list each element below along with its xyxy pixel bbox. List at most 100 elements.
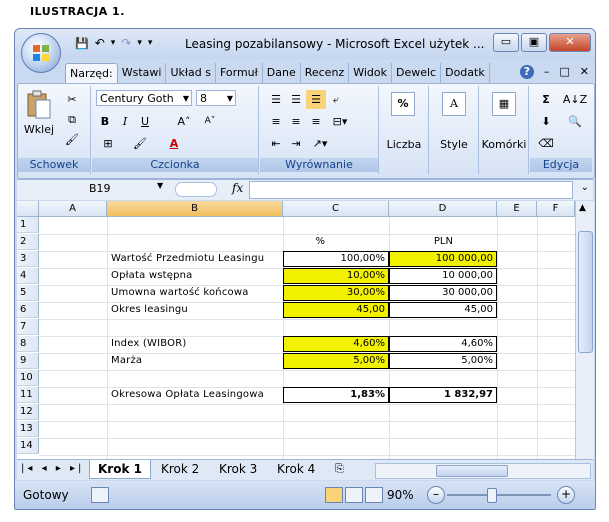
tab-formulas[interactable]: Formuł bbox=[216, 63, 263, 83]
cell-c4[interactable]: 10,00% bbox=[283, 268, 389, 284]
column-header-d[interactable]: D bbox=[389, 201, 497, 217]
row-header[interactable]: 8 bbox=[17, 336, 39, 352]
merge-cells-icon[interactable]: ⊟▾ bbox=[326, 112, 354, 131]
customize-qat-icon[interactable]: ▾ bbox=[148, 38, 153, 48]
cell-c5[interactable]: 30,00% bbox=[283, 285, 389, 301]
tab-view[interactable]: Widok bbox=[349, 63, 392, 83]
row-header[interactable]: 3 bbox=[17, 251, 39, 267]
row-header[interactable]: 13 bbox=[17, 421, 39, 437]
cells-button[interactable]: ▦ bbox=[488, 92, 520, 116]
help-icon[interactable]: ? bbox=[519, 65, 534, 79]
save-icon[interactable]: 💾 bbox=[75, 37, 89, 50]
expand-formula-icon[interactable]: ⌄ bbox=[581, 182, 589, 193]
row-header[interactable]: 5 bbox=[17, 285, 39, 301]
maximize-button[interactable]: ▣ bbox=[521, 33, 547, 52]
increase-indent-icon[interactable]: ⇥ bbox=[286, 134, 306, 153]
sort-filter-icon[interactable]: A↓Z bbox=[560, 90, 590, 109]
cell-d9[interactable]: 5,00% bbox=[389, 353, 497, 369]
normal-view-icon[interactable] bbox=[325, 487, 343, 503]
row-header[interactable]: 11 bbox=[17, 387, 39, 403]
font-size-combo[interactable]: 8 ▼ bbox=[196, 90, 236, 106]
font-name-combo[interactable]: Century Goth ▼ bbox=[96, 90, 192, 106]
decrease-indent-icon[interactable]: ⇤ bbox=[266, 134, 286, 153]
cell-c8[interactable]: 4,60% bbox=[283, 336, 389, 352]
cell-d3[interactable]: 100 000,00 bbox=[389, 251, 497, 267]
row-header[interactable]: 1 bbox=[17, 217, 39, 233]
formula-expand-handle[interactable] bbox=[175, 182, 217, 197]
row-header[interactable]: 14 bbox=[17, 438, 39, 454]
minimize-button[interactable]: ▭ bbox=[493, 33, 519, 52]
cell-d8[interactable]: 4,60% bbox=[389, 336, 497, 352]
align-center-icon[interactable]: ≡ bbox=[286, 112, 306, 131]
zoom-slider-knob[interactable] bbox=[487, 488, 497, 503]
wrap-text-icon[interactable]: ⤶ bbox=[326, 90, 346, 109]
bold-button[interactable]: B bbox=[96, 112, 114, 131]
cell-d4[interactable]: 10 000,00 bbox=[389, 268, 497, 284]
column-header-f[interactable]: F bbox=[537, 201, 575, 217]
sheet-nav-icons[interactable]: |◂ ◂ ▸ ▸| bbox=[21, 463, 84, 474]
page-layout-view-icon[interactable] bbox=[345, 487, 363, 503]
shrink-font-button[interactable]: A˅ bbox=[198, 112, 222, 131]
redo-dropdown-icon[interactable]: ▾ bbox=[137, 38, 142, 48]
align-middle-icon[interactable]: ☰ bbox=[286, 90, 306, 109]
copy-icon[interactable]: ⧉ bbox=[62, 110, 82, 129]
styles-button[interactable]: A bbox=[438, 92, 470, 116]
macro-record-icon[interactable] bbox=[91, 487, 109, 503]
row-header[interactable]: 10 bbox=[17, 370, 39, 386]
column-header-c[interactable]: C bbox=[283, 201, 389, 217]
close-button[interactable]: ✕ bbox=[549, 33, 591, 52]
chevron-down-icon[interactable]: ▼ bbox=[157, 181, 163, 190]
sheet-tab-krok-3[interactable]: Krok 3 bbox=[211, 460, 265, 478]
align-left-icon[interactable]: ≡ bbox=[266, 112, 286, 131]
redo-icon[interactable]: ↷ bbox=[121, 36, 131, 50]
cell-c9[interactable]: 5,00% bbox=[283, 353, 389, 369]
row-header[interactable]: 9 bbox=[17, 353, 39, 369]
fill-color-button[interactable]: 🖌 bbox=[128, 134, 152, 153]
font-color-button[interactable]: A bbox=[162, 134, 186, 153]
page-break-view-icon[interactable] bbox=[365, 487, 383, 503]
tab-home[interactable]: Narzęd: bbox=[65, 63, 118, 83]
insert-sheet-icon[interactable]: ⎘ bbox=[327, 460, 352, 478]
cell-c6[interactable]: 45,00 bbox=[283, 302, 389, 318]
align-bottom-icon[interactable]: ☰ bbox=[306, 90, 326, 109]
italic-button[interactable]: I bbox=[116, 112, 134, 131]
column-header-a[interactable]: A bbox=[39, 201, 107, 217]
cell-d5[interactable]: 30 000,00 bbox=[389, 285, 497, 301]
tab-addins[interactable]: Dodatk bbox=[441, 63, 490, 83]
orientation-icon[interactable]: ↗▾ bbox=[306, 134, 334, 153]
vertical-scrollbar[interactable]: ▲ bbox=[575, 201, 594, 459]
align-right-icon[interactable]: ≡ bbox=[306, 112, 326, 131]
cell-c3[interactable]: 100,00% bbox=[283, 251, 389, 267]
tab-data[interactable]: Dane bbox=[263, 63, 301, 83]
horizontal-scroll-thumb[interactable] bbox=[436, 465, 508, 477]
grow-font-button[interactable]: A˄ bbox=[172, 112, 196, 131]
tab-review[interactable]: Recenz bbox=[301, 63, 350, 83]
row-header[interactable]: 12 bbox=[17, 404, 39, 420]
sheet-tab-krok-2[interactable]: Krok 2 bbox=[153, 460, 207, 478]
underline-button[interactable]: U bbox=[136, 112, 154, 131]
autosum-icon[interactable]: Σ bbox=[534, 90, 558, 109]
office-button[interactable] bbox=[21, 33, 61, 73]
format-painter-icon[interactable]: 🖌 bbox=[62, 130, 82, 149]
cell-d11[interactable]: 1 832,97 bbox=[389, 387, 497, 403]
tab-developer[interactable]: Dewelc bbox=[392, 63, 442, 83]
workbook-minimize-button[interactable]: – bbox=[544, 65, 550, 79]
sheet-tab-krok-1[interactable]: Krok 1 bbox=[89, 460, 151, 479]
zoom-out-button[interactable]: – bbox=[427, 486, 445, 504]
align-top-icon[interactable]: ☰ bbox=[266, 90, 286, 109]
insert-function-icon[interactable]: fx bbox=[232, 181, 243, 195]
tab-insert[interactable]: Wstawi bbox=[118, 63, 167, 83]
zoom-slider[interactable] bbox=[447, 494, 551, 496]
zoom-level[interactable]: 90% bbox=[387, 488, 414, 502]
cell-c11[interactable]: 1,83% bbox=[283, 387, 389, 403]
column-header-e[interactable]: E bbox=[497, 201, 537, 217]
workbook-restore-button[interactable]: □ bbox=[559, 65, 569, 79]
vertical-scroll-thumb[interactable] bbox=[578, 231, 593, 353]
formula-input[interactable] bbox=[249, 181, 573, 199]
sheet-tab-krok-4[interactable]: Krok 4 bbox=[269, 460, 323, 478]
scroll-up-icon[interactable]: ▲ bbox=[579, 203, 586, 213]
name-box[interactable]: B19 bbox=[23, 181, 175, 197]
undo-icon[interactable]: ↶ bbox=[95, 36, 105, 50]
horizontal-scrollbar[interactable] bbox=[375, 463, 591, 479]
row-header[interactable]: 2 bbox=[17, 234, 39, 250]
